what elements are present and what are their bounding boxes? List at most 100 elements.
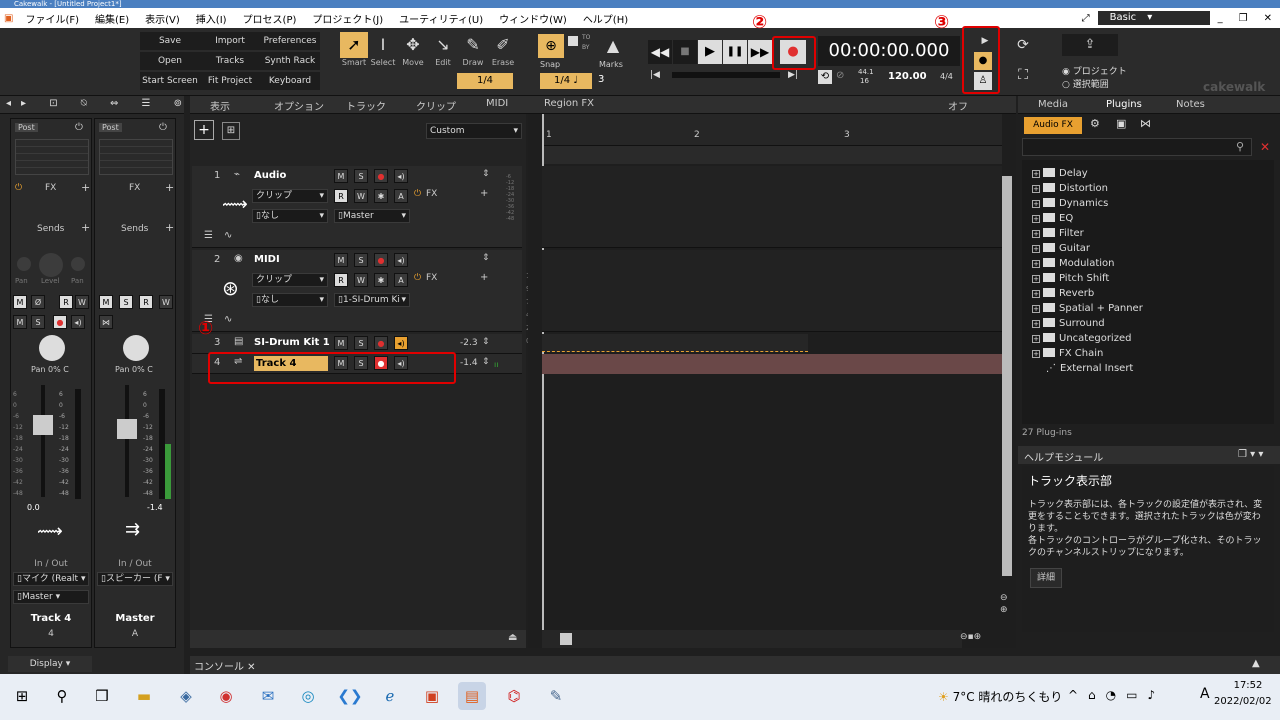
plugin-category[interactable]: + FX Chain	[1032, 346, 1264, 361]
paint-icon[interactable]: ✎	[542, 682, 570, 710]
tool-resolution[interactable]: 1/4	[457, 73, 513, 89]
smart-tool[interactable]: ➚ Smart	[340, 32, 368, 67]
move-tool[interactable]: ✥ Move	[399, 32, 427, 67]
timeline-ruler[interactable]: 1 2 3	[542, 114, 1002, 146]
chrome-icon[interactable]: ◉	[212, 682, 240, 710]
plugin-type-icon[interactable]: ⚙	[1090, 117, 1100, 130]
read-automation-button[interactable]: R	[59, 295, 73, 309]
solo-button[interactable]: S	[354, 253, 368, 267]
clip-lane-midi[interactable]	[542, 250, 1002, 332]
track-name[interactable]: MIDI	[254, 254, 280, 265]
pattern-clip[interactable]	[542, 334, 808, 352]
send-pan-knob[interactable]	[17, 257, 31, 271]
master-solo-button[interactable]: S	[119, 295, 133, 309]
clip-lane-audio[interactable]	[542, 166, 1002, 248]
fast-forward-button[interactable]: ▶▶	[748, 40, 772, 64]
pause-button[interactable]: ❚❚	[723, 40, 747, 64]
record-arm-button[interactable]: ●	[374, 169, 388, 183]
menu-help[interactable]: ヘルプ(H)	[575, 11, 636, 26]
master-mute-button[interactable]: M	[99, 295, 113, 309]
layout-icon[interactable]: ▣	[1116, 117, 1126, 130]
fit-project-button[interactable]: Fit Project	[200, 72, 260, 90]
master-read-button[interactable]: R	[139, 295, 153, 309]
add-track-icon[interactable]: +	[194, 120, 214, 140]
tempo-value[interactable]: 120.00	[888, 71, 927, 82]
select-tool[interactable]: I Select	[369, 32, 397, 67]
export-icon[interactable]: ⇪	[1062, 34, 1118, 56]
output-select[interactable]: ▯Master ▾	[13, 590, 89, 604]
scope-selection-radio[interactable]: ○ 選択範囲	[1062, 77, 1109, 90]
strip-mute-button[interactable]: M	[13, 315, 27, 329]
plugin-category[interactable]: + Distortion	[1032, 181, 1264, 196]
master-strip-name[interactable]: Master	[95, 613, 175, 624]
search-icon[interactable]: ⚲	[1236, 140, 1244, 153]
markers-lane[interactable]	[542, 146, 1002, 164]
automation-icon[interactable]: ∿	[224, 314, 232, 325]
mute-button[interactable]: M	[334, 253, 348, 267]
eq-graph[interactable]	[15, 139, 89, 175]
master-post-toggle[interactable]: Post	[99, 123, 122, 132]
output-select[interactable]: ▯1-SI-Drum Ki ▾	[334, 293, 410, 307]
meter-value[interactable]: 4/4	[940, 72, 953, 81]
menu-insert[interactable]: 挿入(I)	[188, 11, 235, 26]
expand-track-icon[interactable]: ⇕	[482, 357, 490, 367]
scroll-thumb[interactable]	[560, 633, 572, 645]
synth-rack-button[interactable]: Synth Rack	[260, 52, 320, 70]
phase-button[interactable]: Ø	[31, 295, 45, 309]
menu-midi-tv[interactable]: MIDI	[486, 98, 508, 109]
powerpoint-icon[interactable]: ▣	[418, 682, 446, 710]
media-tab[interactable]: Media	[1038, 99, 1068, 110]
ie-icon[interactable]: ℯ	[376, 682, 404, 710]
app-icon[interactable]: ▣	[0, 13, 17, 24]
edge-icon[interactable]: ◎	[294, 682, 322, 710]
expand-track-icon[interactable]: ⇕	[482, 253, 490, 263]
solo-button[interactable]: S	[31, 315, 45, 329]
go-to-end-icon[interactable]: ▶|	[788, 70, 798, 80]
write-button[interactable]: W	[354, 189, 368, 203]
add-folder-icon[interactable]: ⊞	[222, 122, 240, 140]
loop-toggle-icon[interactable]: ⟳	[1012, 34, 1034, 56]
pan-knob[interactable]	[39, 335, 65, 361]
acrobat-icon[interactable]: ⌬	[500, 682, 528, 710]
add-send-icon[interactable]: +	[81, 221, 90, 234]
keyboard-button[interactable]: Keyboard	[260, 72, 320, 90]
mute-button[interactable]: M	[13, 295, 27, 309]
notes-tab[interactable]: Notes	[1176, 99, 1205, 110]
loop-icon[interactable]: ⟲	[818, 70, 832, 84]
plugin-category[interactable]: + Dynamics	[1032, 196, 1264, 211]
plugin-category[interactable]: + Filter	[1032, 226, 1264, 241]
plugin-category[interactable]: + Modulation	[1032, 256, 1264, 271]
help-header-controls[interactable]: ❐ ▾ ▾	[1238, 449, 1263, 460]
marks-icon[interactable]: ▲	[600, 34, 626, 58]
console-tab[interactable]: コンソール ✕	[194, 658, 256, 673]
rewind-button[interactable]: ◀◀	[648, 40, 672, 64]
master-add-send-icon[interactable]: +	[165, 221, 174, 234]
search-taskbar-icon[interactable]: ⚲	[48, 682, 76, 710]
add-fx-icon[interactable]: +	[480, 188, 488, 199]
menu-window[interactable]: ウィンドウ(W)	[491, 11, 575, 26]
help-detail-button[interactable]: 詳細	[1030, 568, 1062, 588]
audio-fx-button[interactable]: Audio FX	[1024, 117, 1082, 134]
master-mono-button[interactable]: ⋈	[99, 315, 113, 329]
track-row-drumkit[interactable]: 3 ▤ SI-Drum Kit 1 M S ● ◂) -2.3 ⇕	[192, 334, 522, 354]
master-power-icon[interactable]: ⏻	[159, 122, 167, 133]
clip-select[interactable]: クリップ ▾	[252, 273, 328, 287]
go-to-start-icon[interactable]: |◀	[650, 70, 660, 80]
sort-icon[interactable]: ⋈	[1140, 117, 1151, 130]
plugin-category[interactable]: + Delay	[1032, 166, 1264, 181]
dock-expand-icon[interactable]: ▲	[1252, 658, 1260, 669]
weather-widget[interactable]: ☀ 7°C 晴れのちくもり	[938, 688, 1062, 705]
track-row-midi[interactable]: 2 ◉ MIDI M S ● ◂) ⊛ クリップ ▾ R W ✱ A ⏻ FX +…	[192, 250, 539, 345]
menu-view-tv[interactable]: 表示	[210, 98, 230, 113]
collapse-icon[interactable]: ⏏	[508, 632, 517, 643]
write-button[interactable]: W	[354, 273, 368, 287]
workspace-select[interactable]: Basic ▾	[1097, 11, 1210, 25]
input-echo-button[interactable]: ◂)	[394, 253, 408, 267]
plugin-item[interactable]: ⋰ External Insert	[1032, 361, 1264, 376]
post-toggle[interactable]: Post	[15, 123, 38, 132]
input-select[interactable]: ▯マイク (Realt ▾	[13, 572, 89, 586]
menu-utilities[interactable]: ユーティリティ(U)	[391, 11, 491, 26]
track-volume[interactable]: -2.3	[460, 338, 478, 348]
plugin-category[interactable]: + Reverb	[1032, 286, 1264, 301]
fx-power-icon[interactable]: ⏻	[414, 273, 421, 283]
